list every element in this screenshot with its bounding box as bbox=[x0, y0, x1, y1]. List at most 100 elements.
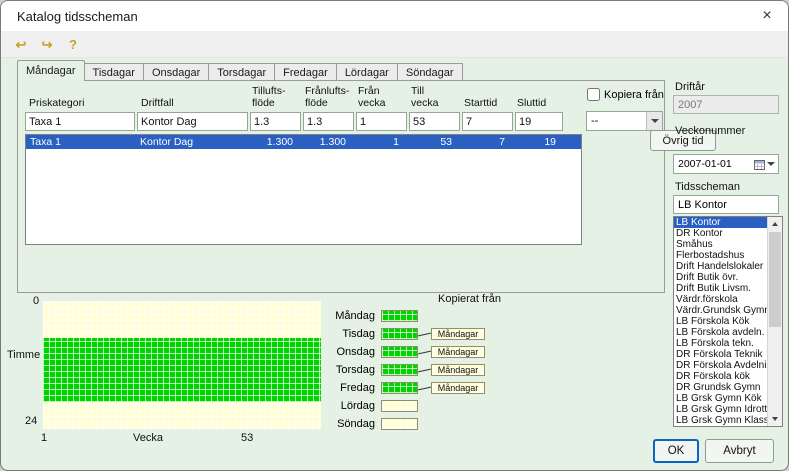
legend-active-swatch bbox=[381, 328, 418, 340]
tab-sondagar[interactable]: Söndagar bbox=[397, 63, 463, 81]
tidsscheman-field[interactable]: LB Kontor bbox=[673, 195, 779, 214]
date-picker-value: 2007-01-01 bbox=[674, 158, 754, 170]
ok-button[interactable]: OK bbox=[653, 439, 699, 463]
active-hours-band bbox=[43, 338, 321, 402]
legend-copied-from: Måndagar bbox=[431, 364, 485, 376]
list-item[interactable]: DR Grundsk Gymn bbox=[674, 382, 767, 393]
list-item[interactable]: LB Grsk Gymn Idrott bbox=[674, 404, 767, 415]
x-axis-label: Vecka bbox=[133, 432, 163, 444]
grid-cell-sluttid: 19 bbox=[516, 135, 556, 149]
list-item[interactable]: DR Förskola Teknik bbox=[674, 349, 767, 360]
list-item[interactable]: LB Förskola Kök bbox=[674, 316, 767, 327]
legend-copied-from: Måndagar bbox=[431, 382, 485, 394]
y-axis-top-tick: 0 bbox=[33, 295, 39, 307]
legend-row-torsdag: Torsdag Måndagar bbox=[333, 361, 485, 379]
tab-fredagar[interactable]: Fredagar bbox=[274, 63, 337, 81]
grid-cell-fran-vecka: 1 bbox=[357, 135, 399, 149]
legend-connector-line bbox=[418, 368, 431, 372]
legend-copied-from: Måndagar bbox=[431, 328, 485, 340]
list-item[interactable]: Värdr.förskola bbox=[674, 294, 767, 305]
list-item[interactable]: Drift Butik Livsm. bbox=[674, 283, 767, 294]
grid-cell-driftfall: Kontor Dag bbox=[140, 135, 246, 149]
close-button[interactable]: × bbox=[746, 1, 788, 31]
legend-row-mandag: Måndag bbox=[333, 307, 485, 325]
chart-legend: Måndag Tisdag Måndagar Onsdag Måndagar T… bbox=[333, 307, 485, 433]
list-item[interactable]: DR Kontor bbox=[674, 228, 767, 239]
driftfall-input[interactable] bbox=[137, 112, 248, 131]
starttid-input[interactable] bbox=[462, 112, 513, 131]
column-header-fran-vecka: Från vecka bbox=[358, 86, 385, 109]
dropdown-arrow-icon[interactable] bbox=[646, 112, 662, 130]
list-item[interactable]: LB Kontor bbox=[674, 217, 767, 228]
list-item[interactable]: Drift Handelslokaler bbox=[674, 261, 767, 272]
legend-row-sondag: Söndag bbox=[333, 415, 485, 433]
grid-cell-franlufts: 1.300 bbox=[304, 135, 346, 149]
legend-day-label: Tisdag bbox=[333, 328, 381, 340]
fran-vecka-input[interactable] bbox=[356, 112, 407, 131]
help-icon[interactable]: ? bbox=[63, 35, 83, 54]
list-item[interactable]: DR Förskola Avdelni bbox=[674, 360, 767, 371]
tab-torsdagar[interactable]: Torsdagar bbox=[208, 63, 275, 81]
sluttid-input[interactable] bbox=[515, 112, 563, 131]
grid-cell-till-vecka: 53 bbox=[410, 135, 452, 149]
list-item[interactable]: Värdr.Grundsk Gymn bbox=[674, 305, 767, 316]
list-item[interactable]: LB Förskola tekn. bbox=[674, 338, 767, 349]
column-header-franluftsflode: Frånlufts- flöde bbox=[305, 86, 349, 109]
franluftsflode-input[interactable] bbox=[303, 112, 354, 131]
date-picker[interactable]: 2007-01-01 bbox=[673, 154, 779, 174]
date-dropdown-arrow-icon[interactable] bbox=[767, 162, 775, 166]
copy-from-label: Kopiera från bbox=[604, 89, 664, 101]
katalog-tidsscheman-dialog: Katalog tidsscheman × ↩ ↪ ? Måndagar Tis… bbox=[0, 0, 789, 471]
column-header-till-vecka: Till vecka bbox=[411, 86, 438, 109]
legend-row-tisdag: Tisdag Måndagar bbox=[333, 325, 485, 343]
y-axis-bottom-tick: 24 bbox=[25, 415, 37, 427]
copy-from-checkbox-input[interactable] bbox=[587, 88, 600, 101]
legend-row-onsdag: Onsdag Måndagar bbox=[333, 343, 485, 361]
grid-cell-starttid: 7 bbox=[463, 135, 505, 149]
scrollbar-thumb[interactable] bbox=[769, 232, 781, 327]
close-icon: × bbox=[762, 7, 771, 25]
tab-mandagar[interactable]: Måndagar bbox=[17, 60, 85, 81]
undo-icon[interactable]: ↩ bbox=[11, 35, 31, 54]
grid-row-selected[interactable]: Taxa 1 Kontor Dag 1.300 1.300 1 53 7 19 bbox=[26, 135, 581, 149]
list-item[interactable]: Småhus bbox=[674, 239, 767, 250]
listbox-scrollbar[interactable] bbox=[767, 217, 782, 426]
scroll-down-icon[interactable] bbox=[768, 412, 782, 426]
list-item[interactable]: Flerbostadshus bbox=[674, 250, 767, 261]
copy-from-checkbox[interactable]: Kopiera från bbox=[587, 88, 664, 101]
priskategori-input[interactable] bbox=[25, 112, 135, 131]
legend-day-label: Onsdag bbox=[333, 346, 381, 358]
redo-icon[interactable]: ↪ bbox=[37, 35, 57, 54]
legend-row-lordag: Lördag bbox=[333, 397, 485, 415]
x-axis-right-tick: 53 bbox=[241, 432, 253, 444]
schedule-list: LB Kontor DR Kontor Småhus Flerbostadshu… bbox=[674, 217, 767, 426]
legend-day-label: Måndag bbox=[333, 310, 381, 322]
tilluftsflode-input[interactable] bbox=[250, 112, 301, 131]
till-vecka-input[interactable] bbox=[409, 112, 460, 131]
list-item[interactable]: LB Förskola avdeln. bbox=[674, 327, 767, 338]
legend-active-swatch bbox=[381, 364, 418, 376]
grid-cell-priskategori: Taxa 1 bbox=[30, 135, 136, 149]
schedule-listbox[interactable]: LB Kontor DR Kontor Småhus Flerbostadshu… bbox=[673, 216, 783, 427]
cancel-button[interactable]: Avbryt bbox=[705, 439, 774, 463]
legend-row-fredag: Fredag Måndagar bbox=[333, 379, 485, 397]
list-item[interactable]: LB Grsk Gymn Kök bbox=[674, 393, 767, 404]
legend-day-label: Fredag bbox=[333, 382, 381, 394]
list-item[interactable]: LB Grsk Gymn Klassi bbox=[674, 415, 767, 426]
list-item[interactable]: DR Förskola kök bbox=[674, 371, 767, 382]
schedule-grid[interactable]: Taxa 1 Kontor Dag 1.300 1.300 1 53 7 19 bbox=[25, 134, 582, 245]
grid-cell-tillufts: 1.300 bbox=[251, 135, 293, 149]
list-item[interactable]: Drift Butik övr. bbox=[674, 272, 767, 283]
tab-onsdagar[interactable]: Onsdagar bbox=[143, 63, 209, 81]
scroll-up-icon[interactable] bbox=[768, 217, 782, 231]
tab-tisdagar[interactable]: Tisdagar bbox=[84, 63, 144, 81]
tab-lordagar[interactable]: Lördagar bbox=[336, 63, 398, 81]
weekday-tab-strip: Måndagar Tisdagar Onsdagar Torsdagar Fre… bbox=[17, 60, 462, 81]
legend-day-label: Lördag bbox=[333, 400, 381, 412]
column-header-tilluftsflode: Tillufts- flöde bbox=[252, 86, 285, 109]
legend-active-swatch bbox=[381, 382, 418, 394]
copy-from-dropdown[interactable]: -- bbox=[586, 111, 663, 131]
legend-active-swatch bbox=[381, 310, 418, 322]
x-axis-left-tick: 1 bbox=[41, 432, 47, 444]
column-header-priskategori: Priskategori bbox=[29, 98, 84, 110]
